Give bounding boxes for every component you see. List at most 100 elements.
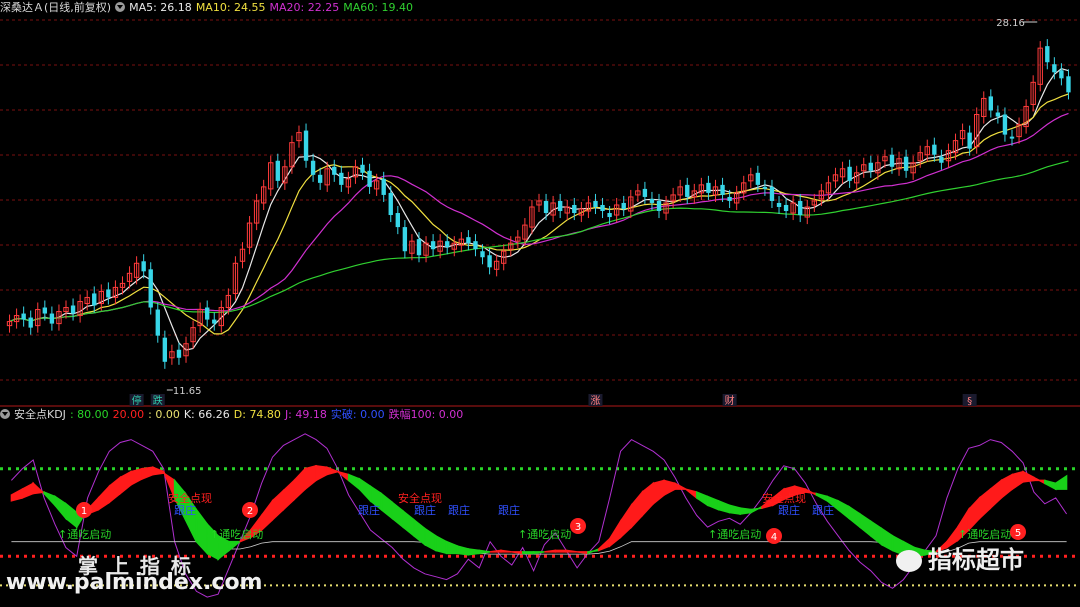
candle-down (543, 200, 549, 214)
kd-ribbon-segment (141, 466, 154, 481)
candle-down (70, 305, 76, 314)
candle-down (685, 184, 690, 197)
signal-label: 跟庄 (812, 503, 834, 517)
ma10-line (9, 93, 1069, 335)
candle-down (317, 174, 323, 183)
signal-label: 跟庄 (448, 503, 470, 517)
candle-down (381, 178, 386, 195)
signal-number: 2 (247, 506, 253, 517)
kd-ribbon-segment (1022, 470, 1035, 483)
kd-ribbon-segment (434, 534, 448, 555)
candle-down (967, 132, 972, 149)
wechat-icon (896, 550, 922, 572)
kd-ribbon-segment (54, 495, 67, 521)
kd-ribbon-segment (685, 488, 698, 500)
kd-ribbon-segment (739, 507, 752, 515)
candle-down (395, 213, 400, 228)
chart-canvas: 28.1611.65停跌涨财§糊↑通吃启动↑通吃启动↑通吃启动↑通吃启动↑通吃启… (0, 18, 1080, 598)
kd-ribbon-segment (967, 496, 981, 532)
kd-ribbon-segment (347, 473, 361, 491)
kd-ribbon-segment (978, 487, 992, 521)
signal-label: 安全点现 (762, 491, 806, 505)
candle-down (762, 186, 768, 189)
candle-down (656, 200, 662, 212)
candle-down (889, 154, 895, 167)
candle-down (487, 255, 492, 268)
kd-ribbon-segment (478, 549, 491, 555)
signal-label: 安全点现 (168, 491, 212, 505)
kd-ribbon-segment (728, 504, 741, 515)
kd-ribbon-segment (880, 527, 894, 552)
signal-label: 跟庄 (778, 503, 800, 517)
candle-down (1066, 76, 1071, 93)
kd-ribbon-segment (424, 527, 437, 552)
kd-ribbon-segment (489, 549, 502, 553)
candle-down (798, 200, 803, 216)
kd-ribbon-segment (380, 491, 393, 520)
signal-label: 跟庄 (414, 503, 436, 517)
candle-down (642, 188, 648, 197)
candle-down (212, 319, 217, 324)
candle-down (445, 241, 450, 248)
candle-down (205, 307, 210, 320)
candle-down (988, 96, 994, 111)
kd-ribbon-segment (1000, 473, 1013, 500)
signal-label: ↑通吃启动 (518, 528, 571, 541)
min-price-label: 11.65 (173, 386, 202, 397)
candle-down (995, 112, 1001, 117)
candle-down (332, 166, 337, 175)
kd-ribbon-segment (544, 549, 557, 553)
kd-ribbon-segment (576, 551, 589, 555)
kd-ribbon-segment (652, 479, 665, 506)
candle-down (720, 184, 725, 195)
candle-down (572, 204, 577, 214)
candle-down (473, 241, 478, 250)
kd-ribbon-segment (32, 481, 45, 496)
kd-ribbon-segment (521, 551, 535, 555)
candle-down (847, 166, 852, 181)
candle-down (706, 182, 711, 193)
kd-ribbon-segment (674, 482, 687, 490)
candle-down (416, 239, 422, 256)
signal-number: 4 (771, 532, 777, 543)
kd-ribbon-segment (641, 481, 654, 518)
kd-ribbon-segment (10, 487, 24, 502)
candle-down (148, 269, 153, 308)
kd-ribbon-segment (413, 518, 426, 547)
candle-down (141, 261, 146, 272)
watermark-brand-text: 指标超市 (928, 546, 1024, 574)
candle-down (28, 317, 33, 328)
candle-down (600, 204, 605, 212)
signal-label: ↑通吃启动 (58, 528, 111, 541)
candle-down (367, 170, 372, 187)
bottom-marker: § (967, 396, 972, 407)
kd-ribbon-segment (511, 551, 524, 555)
ma60-line (9, 160, 1069, 323)
kd-ribbon-segment (717, 499, 731, 514)
candle-down (1059, 70, 1064, 79)
kd-ribbon-segment (750, 505, 763, 514)
candle-down (466, 237, 471, 244)
kd-ribbon-segment (391, 500, 404, 529)
kd-ribbon-segment (108, 475, 121, 504)
candle-down (903, 156, 909, 171)
candle-down (939, 156, 944, 163)
kd-ribbon-segment (500, 549, 512, 553)
kd-ribbon-segment (260, 498, 274, 532)
kd-ribbon-segment (282, 478, 296, 512)
kd-ribbon-segment (706, 495, 720, 511)
candle-down (607, 213, 612, 218)
candle-down (557, 200, 563, 212)
candle-down (480, 251, 485, 258)
kd-ribbon-segment (554, 549, 567, 553)
candle-down (430, 241, 436, 250)
kd-ribbon-segment (119, 470, 132, 496)
candle-down (649, 198, 655, 203)
candle-down (783, 204, 789, 212)
kd-ribbon-segment (815, 492, 829, 503)
kd-ribbon-segment (402, 509, 415, 538)
kd-ribbon-segment (587, 547, 600, 555)
kd-ribbon-segment (870, 519, 883, 547)
candle-down (106, 289, 111, 298)
kd-ribbon-segment (598, 537, 611, 552)
